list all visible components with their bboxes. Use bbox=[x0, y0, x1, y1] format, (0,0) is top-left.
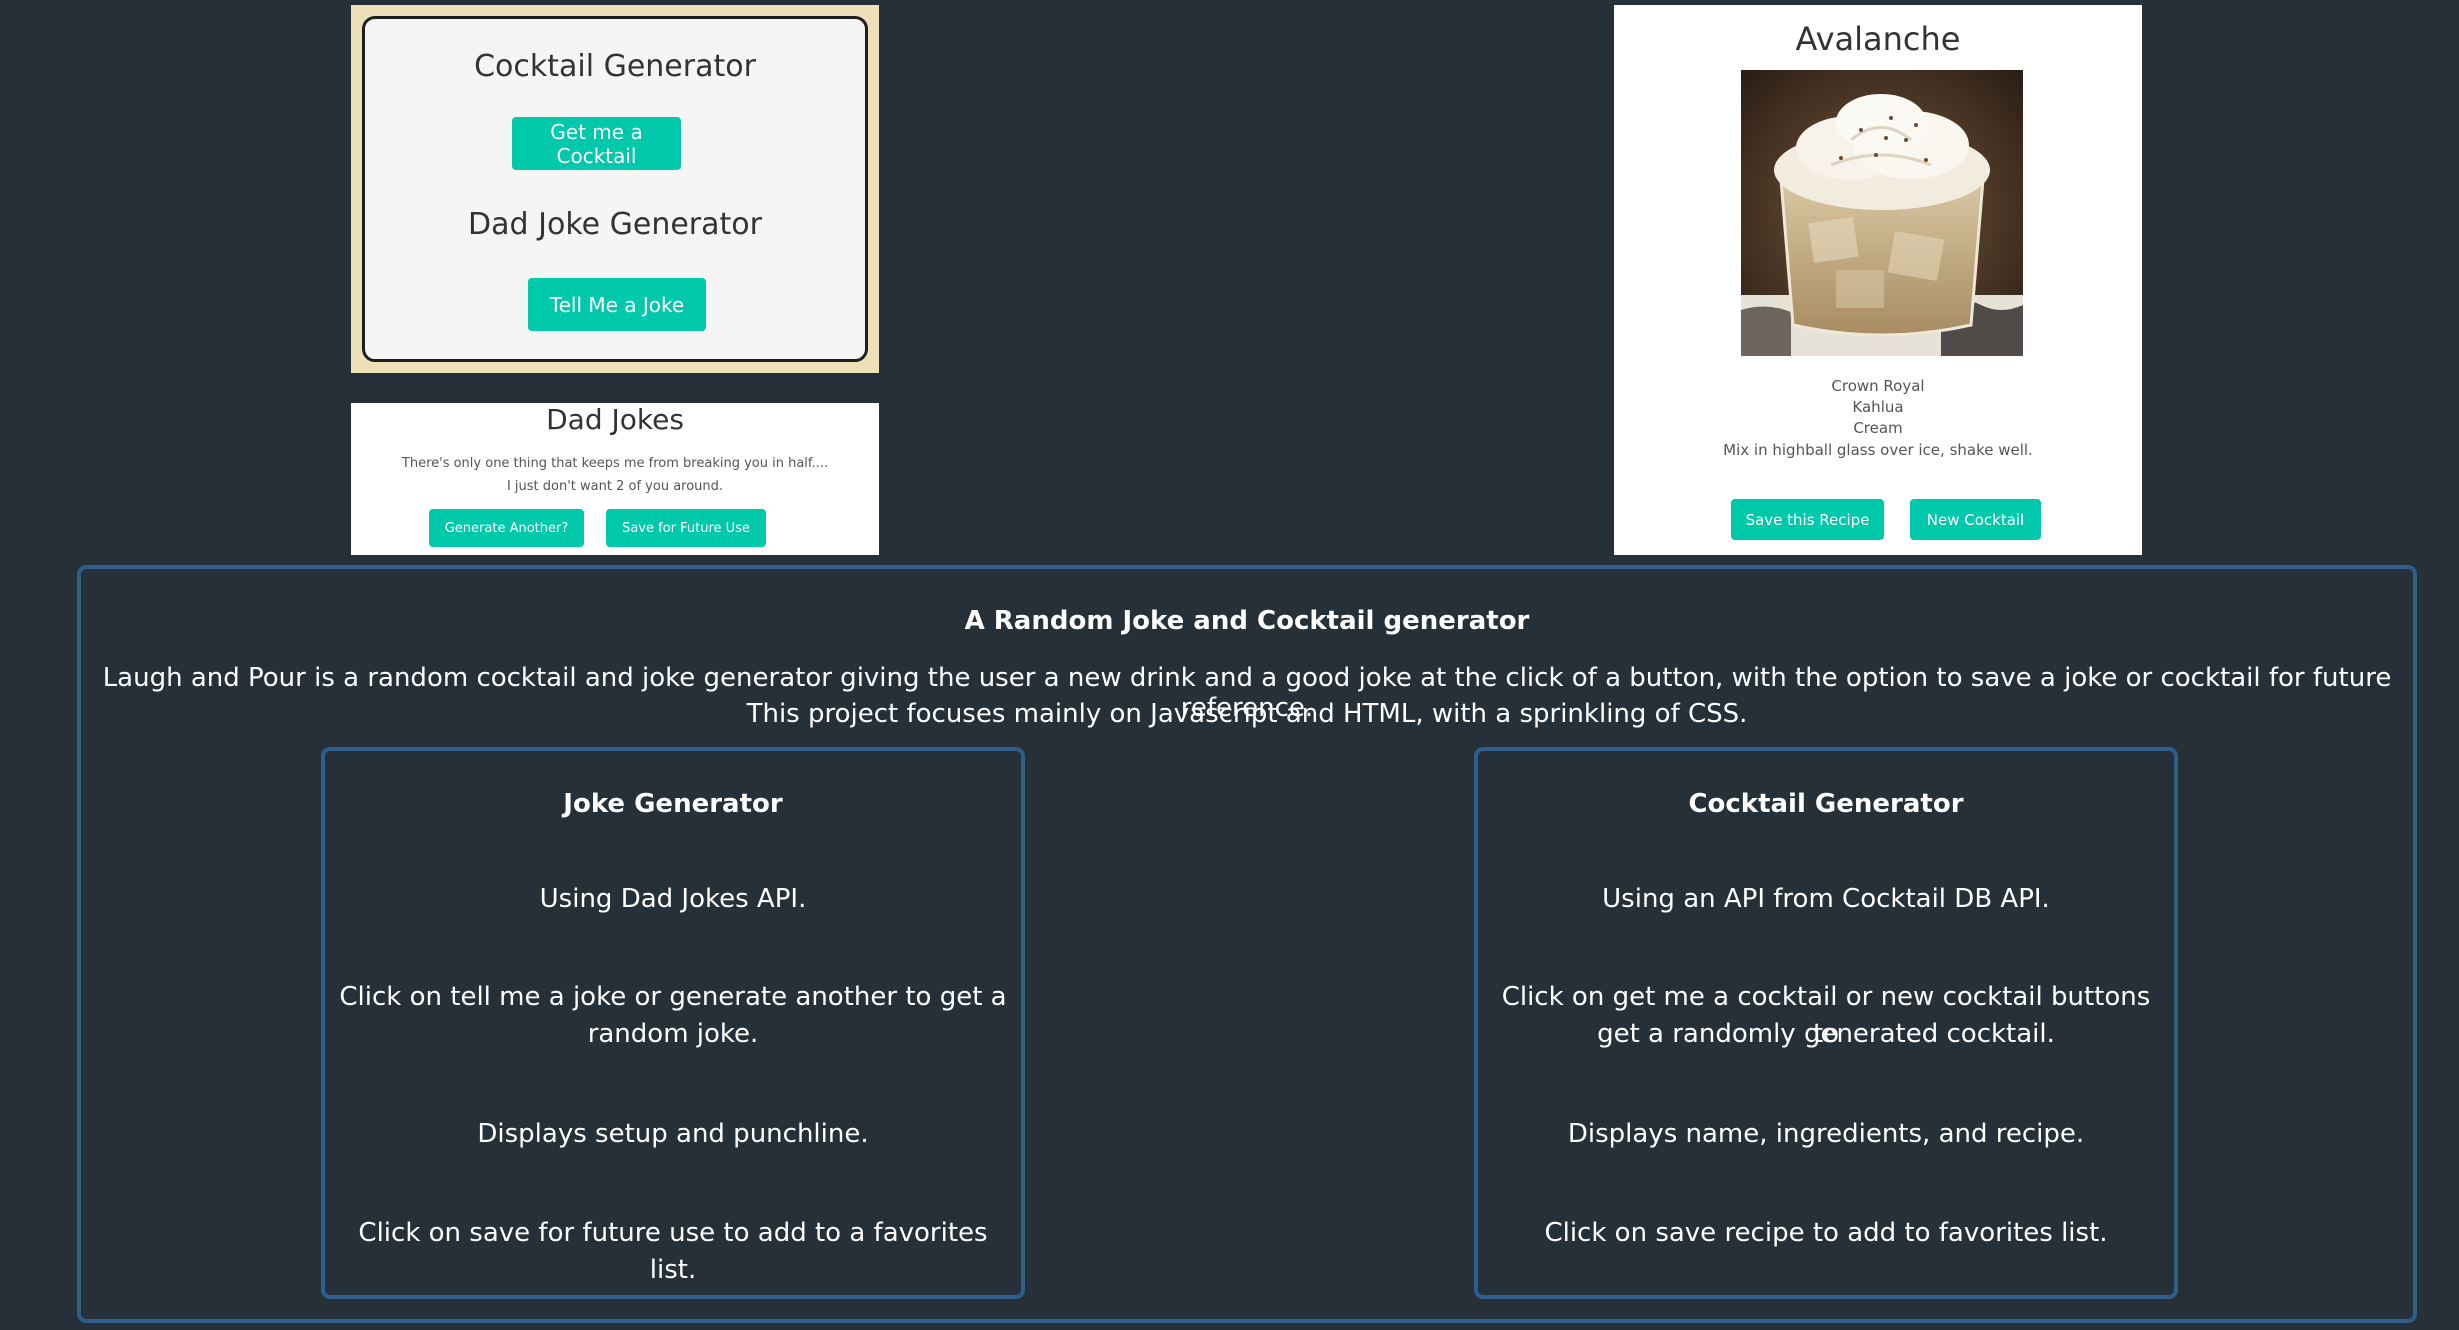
cocktail-feature-save: Click on save recipe to add to favorites… bbox=[1544, 1218, 2108, 1248]
ingredient-3: Cream bbox=[1853, 419, 1903, 437]
cocktail-card: Avalanche Crown Royal Kahlua Cream Mix i… bbox=[1614, 5, 2142, 555]
new-cocktail-button[interactable]: New Cocktail bbox=[1910, 499, 2041, 540]
cocktail-feature-api: Using an API from Cocktail DB API. bbox=[1602, 884, 2050, 914]
cocktail-generator-feature-box: Cocktail Generator Using an API from Coc… bbox=[1474, 747, 2178, 1299]
project-heading: A Random Joke and Cocktail generator bbox=[964, 606, 1530, 636]
generate-another-button[interactable]: Generate Another? bbox=[429, 509, 584, 547]
cocktail-feature-title: Cocktail Generator bbox=[1688, 789, 1964, 819]
dad-jokes-card: Dad Jokes There's only one thing that ke… bbox=[351, 403, 879, 555]
generator-card-inner: Cocktail Generator Get me a Cocktail Dad… bbox=[362, 16, 868, 362]
cocktail-instructions: Mix in highball glass over ice, shake we… bbox=[1723, 441, 2033, 459]
dad-jokes-title: Dad Jokes bbox=[546, 403, 684, 436]
joke-feature-click-line-2: random joke. bbox=[587, 1019, 759, 1049]
joke-generator-feature-box: Joke Generator Using Dad Jokes API. Clic… bbox=[321, 747, 1025, 1299]
generator-card: Cocktail Generator Get me a Cocktail Dad… bbox=[351, 5, 879, 373]
joke-feature-save: Click on save for future use to add to a… bbox=[358, 1218, 988, 1285]
cocktail-feature-click-line-2: get a randomly generated cocktail. bbox=[1597, 1019, 2055, 1049]
save-for-future-button[interactable]: Save for Future Use bbox=[606, 509, 766, 547]
cocktail-photo-illustration bbox=[1741, 70, 2023, 356]
joke-feature-display: Displays setup and punchline. bbox=[477, 1119, 869, 1149]
tell-joke-button[interactable]: Tell Me a Joke bbox=[528, 278, 706, 331]
project-summary-line-2: This project focuses mainly on Javascrip… bbox=[746, 699, 1748, 729]
joke-punchline: I just don't want 2 of you around. bbox=[506, 479, 724, 494]
cocktail-feature-display: Displays name, ingredients, and recipe. bbox=[1567, 1119, 2085, 1149]
get-cocktail-button[interactable]: Get me a Cocktail bbox=[512, 117, 681, 170]
cocktail-photo bbox=[1741, 70, 2023, 356]
joke-feature-click-line-1: Click on tell me a joke or generate anot… bbox=[339, 982, 1007, 1012]
ingredient-1: Crown Royal bbox=[1831, 377, 1925, 395]
ingredient-2: Kahlua bbox=[1852, 398, 1904, 416]
joke-feature-api: Using Dad Jokes API. bbox=[539, 884, 807, 914]
dad-joke-generator-title: Dad Joke Generator bbox=[468, 207, 762, 242]
cocktail-name: Avalanche bbox=[1795, 20, 1961, 58]
joke-feature-title: Joke Generator bbox=[563, 789, 783, 819]
project-description-panel: A Random Joke and Cocktail generator Lau… bbox=[77, 565, 2417, 1323]
save-recipe-button[interactable]: Save this Recipe bbox=[1731, 499, 1884, 540]
cocktail-generator-title: Cocktail Generator bbox=[474, 49, 756, 84]
joke-setup: There's only one thing that keeps me fro… bbox=[401, 456, 829, 471]
